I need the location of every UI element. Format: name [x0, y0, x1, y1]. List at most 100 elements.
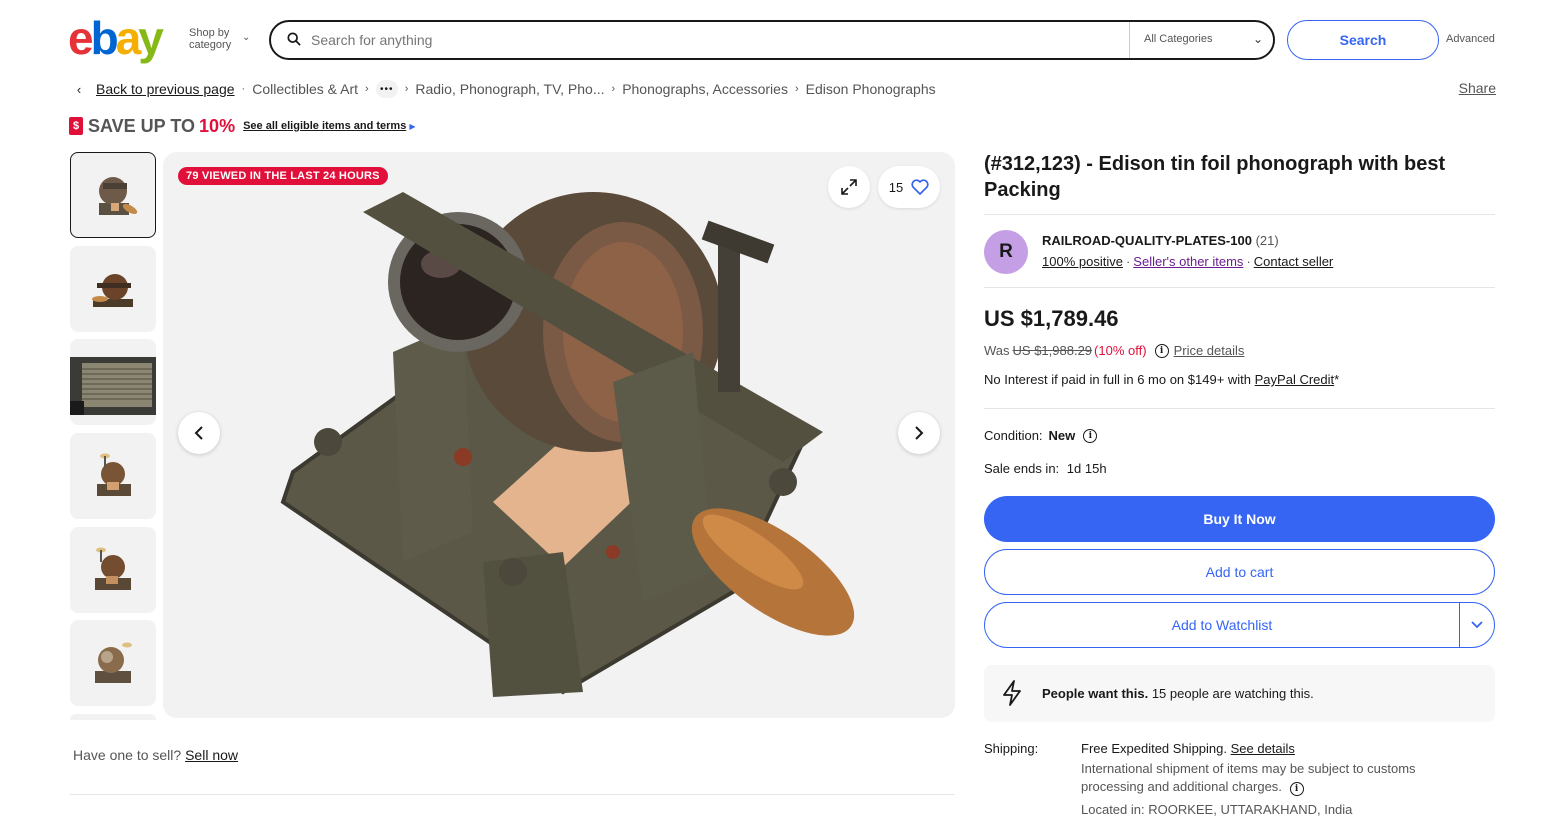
shipping-label: Shipping:: [984, 741, 1039, 756]
back-to-previous-link[interactable]: Back to previous page: [96, 81, 235, 97]
chevron-down-icon: ⌄: [1252, 32, 1263, 46]
thumbnail-5[interactable]: [70, 527, 156, 613]
save-percent: 10%: [199, 115, 236, 136]
watch-heart-button[interactable]: 15: [878, 166, 940, 208]
breadcrumb-item[interactable]: Collectibles & Art: [252, 81, 358, 97]
people-want-text: People want this.: [1042, 686, 1149, 701]
seller-feedback-link[interactable]: 100% positive: [1042, 254, 1123, 269]
save-text: SAVE UP TO: [88, 115, 196, 136]
listing-title: (#312,123) - Edison tin foil phonograph …: [984, 153, 1446, 201]
phonograph-image: [280, 192, 855, 697]
info-icon[interactable]: i: [1083, 428, 1098, 443]
chevron-right-icon: ›: [611, 83, 616, 95]
contact-seller-link[interactable]: Contact seller: [1254, 254, 1333, 269]
sell-now-link[interactable]: Sell now: [185, 747, 238, 763]
viewed-badge: 79 VIEWED IN THE LAST 24 HOURS: [178, 167, 388, 185]
shop-by-category-button[interactable]: Shop by category ⌄: [189, 27, 250, 51]
seller-feedback-count: (21): [1255, 233, 1279, 248]
info-icon[interactable]: i: [1154, 343, 1169, 358]
breadcrumb-more-button[interactable]: •••: [375, 80, 398, 98]
item-location: Located in: ROORKEE, UTTARAKHAND, India: [1081, 802, 1353, 817]
search-icon: [287, 32, 301, 46]
thumbnail-7-partial[interactable]: [70, 714, 156, 720]
sell-prompt-text: Have one to sell?: [73, 747, 182, 763]
add-to-watchlist-button[interactable]: Add to Watchlist: [985, 603, 1459, 647]
sale-ends-row: Sale ends in: 1d 15h: [984, 461, 1107, 476]
logo-letter-b: b: [90, 12, 119, 64]
shipping-details-link[interactable]: See details: [1231, 741, 1295, 756]
thumbnail-image: [95, 642, 132, 683]
search-input[interactable]: [311, 30, 1111, 50]
chevron-left-icon[interactable]: ‹: [70, 80, 88, 98]
divider: [984, 408, 1495, 409]
expand-icon: [841, 179, 857, 195]
shipping-info: Free Expedited Shipping. See details: [1081, 741, 1295, 756]
paypal-credit-link[interactable]: PayPal Credit: [1255, 372, 1334, 387]
category-select[interactable]: All Categories ⌄: [1129, 22, 1275, 58]
price-details-link[interactable]: Price details: [1174, 343, 1245, 358]
condition-label: Condition:: [984, 428, 1043, 443]
previous-image-button[interactable]: [178, 412, 220, 454]
arrow-right-icon: ▶: [409, 121, 416, 131]
divider: [70, 794, 955, 795]
thumbnail-1[interactable]: [70, 152, 156, 238]
logo-letter-a: a: [115, 12, 142, 64]
thumbnail-2[interactable]: [70, 246, 156, 332]
promo-banner: $ SAVE UP TO 10% See all eligible items …: [69, 114, 415, 138]
shop-by-line2: category: [189, 39, 232, 51]
was-price-line: Was US $1,988.29 (10% off) i Price detai…: [984, 343, 1244, 358]
was-price: US $1,988.29: [1012, 343, 1093, 358]
add-to-cart-button[interactable]: Add to cart: [984, 549, 1495, 595]
breadcrumb-item[interactable]: Radio, Phonograph, TV, Pho...: [415, 81, 604, 97]
shipping-note: International shipment of items may be s…: [1081, 760, 1471, 796]
buy-it-now-button[interactable]: Buy It Now: [984, 496, 1495, 542]
logo-letter-e: e: [68, 12, 94, 64]
see-eligible-items-link[interactable]: See all eligible items and terms: [243, 120, 406, 132]
next-image-button[interactable]: [898, 412, 940, 454]
breadcrumb-separator: ·: [241, 83, 246, 95]
separator-dot: ·: [1246, 254, 1251, 269]
thumbnail-3[interactable]: [70, 339, 156, 425]
watch-count: 15: [888, 179, 904, 195]
sale-ends-value: 1d 15h: [1066, 461, 1107, 476]
seller-avatar[interactable]: R: [984, 230, 1028, 274]
chevron-down-icon: ⌄: [242, 32, 251, 43]
popularity-callout: People want this. 15 people are watching…: [984, 665, 1495, 722]
thumbnail-4[interactable]: [70, 433, 156, 519]
price-tag-icon: $: [69, 117, 83, 135]
divider: [984, 287, 1495, 288]
chevron-right-icon: ›: [365, 83, 369, 95]
breadcrumb-item[interactable]: Phonographs, Accessories: [622, 81, 788, 97]
chevron-right-icon: ›: [404, 83, 409, 95]
ebay-logo[interactable]: ebay: [68, 12, 164, 64]
search-button[interactable]: Search: [1287, 20, 1439, 60]
expand-image-button[interactable]: [828, 166, 870, 208]
seller-other-items-link[interactable]: Seller's other items: [1133, 254, 1243, 269]
financing-asterisk: *: [1334, 372, 1340, 387]
financing-offer: No Interest if paid in full in 6 mo on $…: [984, 372, 1339, 387]
seller-info: RAILROAD-QUALITY-PLATES-100 (21): [1042, 233, 1279, 248]
shop-by-line1: Shop by: [189, 27, 230, 39]
seller-name[interactable]: RAILROAD-QUALITY-PLATES-100: [1042, 233, 1252, 248]
financing-text: No Interest if paid in full in 6 mo on $…: [984, 372, 1252, 387]
thumbnail-6[interactable]: [70, 620, 156, 706]
share-link[interactable]: Share: [1459, 80, 1496, 96]
thumbnail-image: [70, 357, 156, 415]
popularity-text: People want this. 15 people are watching…: [1042, 686, 1314, 701]
was-label: Was: [984, 343, 1010, 358]
item-price: US $1,789.46: [984, 306, 1119, 331]
shipping-free-text: Free Expedited Shipping.: [1081, 741, 1227, 756]
watchlist-dropdown-button[interactable]: [1460, 603, 1494, 647]
breadcrumb: ‹ Back to previous page · Collectibles &…: [70, 80, 1500, 98]
separator-dot: ·: [1125, 254, 1131, 269]
chevron-right-icon: [915, 426, 924, 440]
thumbnail-image: [99, 177, 138, 215]
sale-ends-label: Sale ends in:: [984, 461, 1060, 476]
info-icon[interactable]: i: [1289, 782, 1304, 796]
advanced-search-link[interactable]: Advanced: [1446, 33, 1495, 45]
condition-value: New: [1048, 428, 1076, 443]
breadcrumb-item[interactable]: Edison Phonographs: [806, 81, 936, 97]
category-select-value: All Categories: [1144, 33, 1213, 45]
main-product-image[interactable]: 79 VIEWED IN THE LAST 24 HOURS 15: [163, 152, 955, 718]
sell-prompt: Have one to sell? Sell now: [73, 747, 238, 763]
